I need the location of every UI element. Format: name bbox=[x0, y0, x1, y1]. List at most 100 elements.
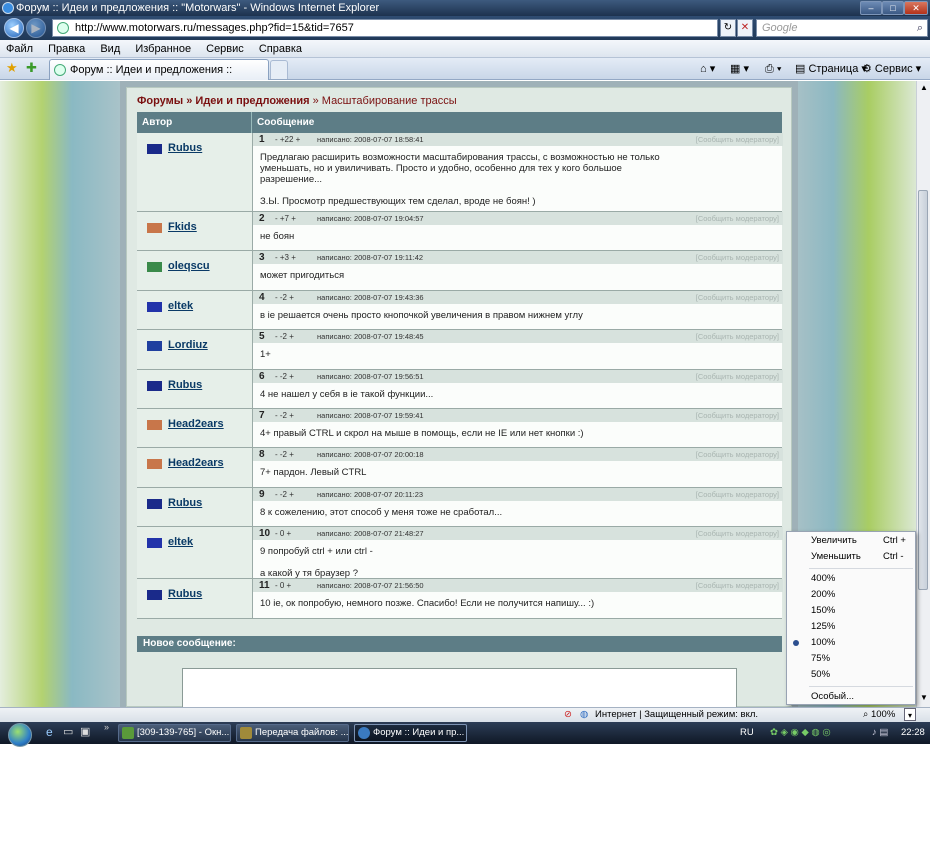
new-tab-button[interactable] bbox=[270, 60, 288, 79]
user-flag-icon bbox=[147, 301, 162, 312]
start-button[interactable] bbox=[8, 723, 32, 747]
zoom-400-item[interactable]: 400% bbox=[787, 571, 915, 587]
post-meta: 1 - +22 + написано: 2008-07-07 18:58:41 [Со… bbox=[253, 133, 783, 146]
report-moderator-link[interactable]: [Сообщить модератору] bbox=[696, 330, 779, 343]
tab-forum[interactable]: Форум :: Идеи и предложения :: "Motorwar… bbox=[49, 59, 269, 96]
author-link[interactable]: Fkids bbox=[168, 221, 197, 233]
back-button[interactable]: ◀ bbox=[4, 18, 24, 38]
zoom-in-item[interactable]: Увеличить Ctrl + bbox=[787, 533, 915, 549]
ie-quicklaunch-icon[interactable]: e bbox=[46, 725, 53, 739]
post-rating[interactable]: - +22 + bbox=[275, 133, 300, 146]
home-icon[interactable]: ⌂ ▾ bbox=[700, 61, 715, 77]
post-message-cell: 10 - 0 + написано: 2008-07-07 21:48:27 [Соо… bbox=[252, 527, 783, 579]
report-moderator-link[interactable]: [Сообщить модератору] bbox=[696, 527, 779, 540]
menu-tools[interactable]: Сервис bbox=[200, 40, 250, 58]
post-rating[interactable]: - -2 + bbox=[275, 448, 294, 461]
zoom-custom-item[interactable]: Особый... bbox=[787, 689, 915, 705]
author-link[interactable]: Head2ears bbox=[168, 457, 224, 469]
switch-windows-icon[interactable]: ▣ bbox=[80, 725, 90, 738]
menu-help[interactable]: Справка bbox=[253, 40, 308, 58]
post-rating[interactable]: - +7 + bbox=[275, 212, 296, 225]
show-desktop-icon[interactable]: ▭ bbox=[63, 725, 73, 738]
menu-view[interactable]: Вид bbox=[94, 40, 126, 58]
report-moderator-link[interactable]: [Сообщить модератору] bbox=[696, 212, 779, 225]
post-rating[interactable]: - -2 + bbox=[275, 488, 294, 501]
forward-button[interactable]: ▶ bbox=[26, 18, 46, 38]
menu-favorites[interactable]: Избранное bbox=[129, 40, 197, 58]
print-icon[interactable]: ⎙ ▾ bbox=[765, 61, 781, 77]
favorites-star-icon[interactable]: ★ bbox=[6, 60, 18, 76]
report-moderator-link[interactable]: [Сообщить модератору] bbox=[696, 448, 779, 461]
maximize-button[interactable]: □ bbox=[882, 1, 904, 15]
taskbar-item-3[interactable]: Форум :: Идеи и пр... bbox=[354, 724, 467, 742]
menu-file[interactable]: Файл bbox=[0, 40, 39, 58]
security-zone[interactable]: Интернет | Защищенный режим: вкл. bbox=[595, 708, 758, 722]
post-rating[interactable]: - +3 + bbox=[275, 251, 296, 264]
report-moderator-link[interactable]: [Сообщить модератору] bbox=[696, 409, 779, 422]
zoom-dropdown-button[interactable]: ▾ bbox=[904, 708, 916, 721]
new-message-textarea[interactable] bbox=[182, 668, 737, 707]
post-rating[interactable]: - 0 + bbox=[275, 579, 291, 592]
feeds-icon[interactable]: ▦ ▾ bbox=[730, 61, 749, 77]
post-message-cell: 2 - +7 + написано: 2008-07-07 19:04:57 [Соо… bbox=[252, 212, 783, 251]
post-rating[interactable]: - -2 + bbox=[275, 409, 294, 422]
menu-edit[interactable]: Правка bbox=[42, 40, 91, 58]
zoom-100-item[interactable]: 100% bbox=[787, 635, 915, 651]
zoom-out-item[interactable]: Уменьшить Ctrl - bbox=[787, 549, 915, 565]
post-rating[interactable]: - -2 + bbox=[275, 291, 294, 304]
zoom-200-item[interactable]: 200% bbox=[787, 587, 915, 603]
report-moderator-link[interactable]: [Сообщить модератору] bbox=[696, 291, 779, 304]
taskbar-item-1[interactable]: [309-139-765] - Окн... bbox=[118, 724, 231, 742]
search-input[interactable]: Google ⌕ bbox=[756, 19, 928, 37]
post-rating[interactable]: - -2 + bbox=[275, 330, 294, 343]
blocked-icon: ⊘ bbox=[564, 709, 572, 720]
zoom-50-item[interactable]: 50% bbox=[787, 667, 915, 683]
add-favorites-icon[interactable]: ✚ bbox=[26, 60, 37, 76]
zoom-indicator[interactable]: ⌕ 100% bbox=[863, 708, 895, 722]
scroll-up-icon[interactable]: ▲ bbox=[920, 83, 928, 92]
search-icon[interactable]: ⌕ bbox=[917, 20, 923, 36]
report-moderator-link[interactable]: [Сообщить модератору] bbox=[696, 579, 779, 592]
report-moderator-link[interactable]: [Сообщить модератору] bbox=[696, 370, 779, 383]
post-text: 1+ bbox=[260, 349, 271, 361]
post-rating[interactable]: - 0 + bbox=[275, 527, 291, 540]
language-indicator[interactable]: RU bbox=[740, 725, 754, 741]
close-button[interactable]: ✕ bbox=[904, 1, 928, 15]
author-link[interactable]: Rubus bbox=[168, 497, 202, 509]
new-message-header: Новое сообщение: bbox=[137, 636, 782, 652]
minimize-button[interactable]: – bbox=[860, 1, 882, 15]
report-moderator-link[interactable]: [Сообщить модератору] bbox=[696, 251, 779, 264]
post-message-cell: 9 - -2 + написано: 2008-07-07 20:11:23 [Соо… bbox=[252, 487, 783, 527]
post-number: 5 bbox=[259, 331, 265, 343]
tray-icons[interactable]: ✿ ◈ ◉ ◆ ◍ ◎ bbox=[770, 725, 831, 741]
author-link[interactable]: eltek bbox=[168, 536, 193, 548]
taskbar-item-2[interactable]: Передача файлов: ... bbox=[236, 724, 349, 742]
zoom-125-item[interactable]: 125% bbox=[787, 619, 915, 635]
breadcrumb-section[interactable]: Идеи и предложения bbox=[195, 95, 309, 107]
quicklaunch-expand-icon[interactable]: » bbox=[104, 722, 109, 732]
zoom-150-item[interactable]: 150% bbox=[787, 603, 915, 619]
page-menu[interactable]: ▤ Страница ▾ bbox=[795, 61, 867, 77]
author-link[interactable]: Rubus bbox=[168, 379, 202, 391]
zoom-75-item[interactable]: 75% bbox=[787, 651, 915, 667]
stop-icon[interactable]: ✕ bbox=[737, 19, 753, 37]
post-number: 9 bbox=[259, 488, 265, 500]
volume-icon[interactable]: ♪ ▤ bbox=[872, 725, 888, 741]
address-bar[interactable]: http://www.motorwars.ru/messages.php?fid… bbox=[52, 19, 718, 37]
author-link[interactable]: oleqscu bbox=[168, 260, 210, 272]
scroll-down-icon[interactable]: ▼ bbox=[920, 693, 928, 702]
report-moderator-link[interactable]: [Сообщить модератору] bbox=[696, 133, 779, 146]
author-link[interactable]: Rubus bbox=[168, 588, 202, 600]
clock[interactable]: 22:28 bbox=[901, 725, 925, 741]
tools-menu[interactable]: ⚙ Сервис ▾ bbox=[862, 61, 921, 77]
author-link[interactable]: eltek bbox=[168, 300, 193, 312]
author-link[interactable]: Lordiuz bbox=[168, 339, 208, 351]
post-rating[interactable]: - -2 + bbox=[275, 370, 294, 383]
author-link[interactable]: Head2ears bbox=[168, 418, 224, 430]
author-link[interactable]: Rubus bbox=[168, 142, 202, 154]
scrollbar-thumb[interactable] bbox=[918, 190, 928, 590]
refresh-icon[interactable]: ↻ bbox=[720, 19, 736, 37]
user-flag-icon bbox=[147, 262, 162, 273]
report-moderator-link[interactable]: [Сообщить модератору] bbox=[696, 488, 779, 501]
breadcrumb-forums[interactable]: Форумы bbox=[137, 95, 183, 107]
